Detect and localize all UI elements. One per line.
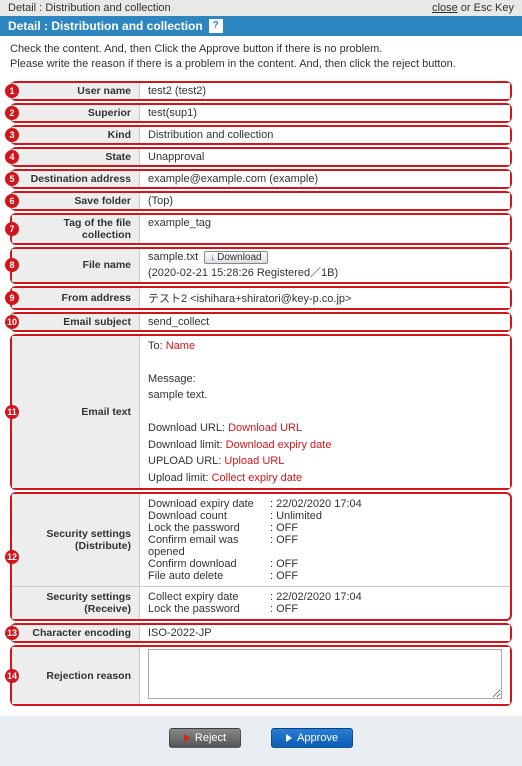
marker-icon: 3 — [5, 128, 19, 142]
play-icon — [286, 734, 292, 742]
row-label: Email text — [12, 336, 140, 489]
marker-icon: 14 — [5, 669, 19, 683]
row-value: Distribution and collection — [140, 127, 510, 143]
row-value: テスト2 <ishihara+shiratori@key-p.co.jp> — [140, 288, 510, 308]
row-email-subject: 10 Email subject send_collect — [10, 312, 512, 332]
row-value: send_collect — [140, 314, 510, 330]
header-bar: Detail : Distribution and collection ? — [0, 16, 522, 36]
file-meta: (2020-02-21 15:28:26 Registered／1B) — [148, 264, 502, 280]
row-email-text: 11 Email text To: Name Message: sample t… — [10, 334, 512, 491]
row-value: sample.txt ↓ Download (2020-02-21 15:28:… — [140, 249, 510, 282]
row-label: Superior — [12, 105, 140, 121]
row-save-folder: 6 Save folder (Top) — [10, 191, 512, 211]
security-distribute: Security settings (Distribute) Download … — [12, 494, 510, 586]
row-rejection-reason: 14 Rejection reason — [10, 645, 512, 706]
row-value: test2 (test2) — [140, 83, 510, 99]
row-user-name: 1 User name test2 (test2) — [10, 81, 512, 101]
row-destination-address: 5 Destination address example@example.co… — [10, 169, 512, 189]
window-titlebar: Detail : Distribution and collection clo… — [0, 0, 522, 16]
row-value — [140, 647, 510, 704]
row-label: Email subject — [12, 314, 140, 330]
row-value: (Top) — [140, 193, 510, 209]
row-superior: 2 Superior test(sup1) — [10, 103, 512, 123]
marker-icon: 5 — [5, 172, 19, 186]
row-value: Unapproval — [140, 149, 510, 165]
row-from-address: 9 From address テスト2 <ishihara+shiratori@… — [10, 286, 512, 310]
marker-icon: 1 — [5, 84, 19, 98]
marker-icon: 13 — [5, 626, 19, 640]
row-character-encoding: 13 Character encoding ISO-2022-JP — [10, 623, 512, 643]
row-label: File name — [12, 249, 140, 282]
row-value: example_tag — [140, 215, 510, 243]
marker-icon: 6 — [5, 194, 19, 208]
row-label: Destination address — [12, 171, 140, 187]
row-value: test(sup1) — [140, 105, 510, 121]
row-label: From address — [12, 288, 140, 308]
row-label: Tag of the file collection — [12, 215, 140, 243]
row-security-settings: 12 Security settings (Distribute) Downlo… — [10, 492, 512, 621]
marker-icon: 10 — [5, 315, 19, 329]
download-icon: ↓ — [210, 252, 215, 263]
rejection-reason-input[interactable] — [148, 649, 502, 699]
row-value: Download expiry date: 22/02/2020 17:04 D… — [140, 494, 510, 586]
marker-icon: 12 — [5, 550, 19, 564]
row-label: Security settings (Receive) — [12, 587, 140, 619]
header-title: Detail : Distribution and collection — [8, 19, 203, 33]
marker-icon: 11 — [5, 405, 19, 419]
row-value: ISO-2022-JP — [140, 625, 510, 641]
reject-button[interactable]: Reject — [169, 728, 241, 748]
row-label: Save folder — [12, 193, 140, 209]
play-icon — [184, 734, 190, 742]
row-kind: 3 Kind Distribution and collection — [10, 125, 512, 145]
row-label: Rejection reason — [12, 647, 140, 704]
row-tag-file-collection: 7 Tag of the file collection example_tag — [10, 213, 512, 245]
to-name: Name — [166, 340, 195, 352]
security-receive: Security settings (Receive) Collect expi… — [12, 586, 510, 619]
marker-icon: 8 — [5, 258, 19, 272]
help-icon[interactable]: ? — [209, 19, 223, 33]
row-state: 4 State Unapproval — [10, 147, 512, 167]
file-name-text: sample.txt — [148, 251, 198, 263]
row-label: Security settings (Distribute) — [12, 494, 140, 586]
marker-icon: 4 — [5, 150, 19, 164]
row-label: User name — [12, 83, 140, 99]
action-buttons: Reject Approve — [0, 716, 522, 766]
close-area: close or Esc Key — [432, 2, 514, 14]
close-link[interactable]: close — [432, 2, 458, 14]
approve-button[interactable]: Approve — [271, 728, 353, 748]
row-file-name: 8 File name sample.txt ↓ Download (2020-… — [10, 247, 512, 284]
row-value: To: Name Message: sample text. Download … — [140, 336, 510, 489]
row-value: example@example.com (example) — [140, 171, 510, 187]
marker-icon: 9 — [5, 291, 19, 305]
download-button[interactable]: ↓ Download — [204, 251, 267, 264]
instructions: Check the content. And, then Click the A… — [0, 36, 522, 79]
row-value: Collect expiry date: 22/02/2020 17:04 Lo… — [140, 587, 510, 619]
window-title: Detail : Distribution and collection — [8, 2, 171, 14]
row-label: Kind — [12, 127, 140, 143]
marker-icon: 2 — [5, 106, 19, 120]
row-label: State — [12, 149, 140, 165]
row-label: Character encoding — [12, 625, 140, 641]
marker-icon: 7 — [5, 222, 19, 236]
